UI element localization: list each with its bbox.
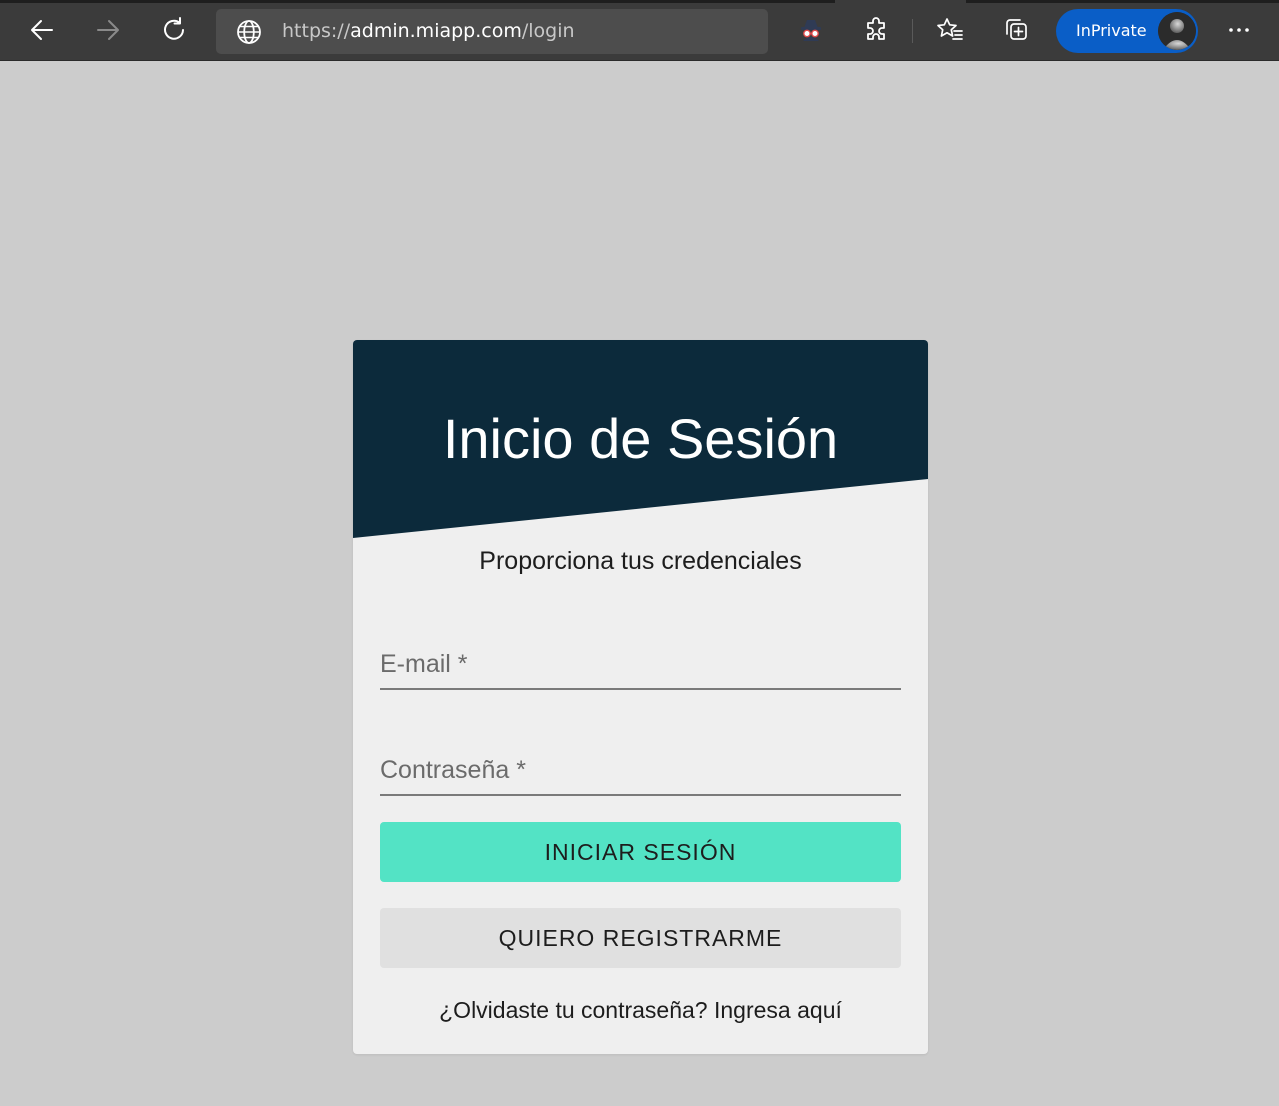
- collections-icon: [1006, 19, 1027, 40]
- register-button[interactable]: QUIERO REGISTRARME: [380, 908, 901, 968]
- password-input[interactable]: [380, 736, 901, 794]
- arrow-right-icon: [97, 20, 119, 40]
- reload-button[interactable]: [156, 12, 192, 48]
- page-title: Inicio de Sesión: [442, 407, 839, 470]
- address-bar[interactable]: https://admin.miapp.com/login: [216, 9, 768, 54]
- back-button[interactable]: [24, 12, 60, 48]
- login-button[interactable]: INICIAR SESIÓN: [380, 822, 901, 882]
- tracking-prevention-button[interactable]: [793, 12, 829, 48]
- password-field[interactable]: Contraseña *: [380, 736, 901, 796]
- inprivate-label: InPrivate: [1076, 21, 1147, 40]
- url-host: admin.miapp.com: [350, 20, 522, 42]
- url-path: /login: [521, 20, 575, 42]
- puzzle-icon: [867, 17, 885, 40]
- profile-avatar-icon: [1158, 12, 1196, 50]
- incognito-icon: [801, 20, 821, 41]
- url-scheme: https://: [282, 20, 351, 42]
- forgot-password-link[interactable]: Ingresa aquí: [714, 997, 842, 1023]
- more-menu-button[interactable]: [1221, 12, 1257, 48]
- more-dots-icon: [1229, 28, 1249, 32]
- login-card: Inicio de Sesión Proporciona tus credenc…: [353, 340, 928, 1054]
- browser-toolbar: https://admin.miapp.com/login InPrivate: [0, 0, 1279, 61]
- collections-button[interactable]: [998, 12, 1034, 48]
- favorites-button[interactable]: [932, 12, 968, 48]
- extensions-button[interactable]: [858, 12, 894, 48]
- email-input[interactable]: [380, 630, 901, 688]
- globe-icon[interactable]: [236, 19, 262, 45]
- inprivate-profile-button[interactable]: InPrivate: [1056, 9, 1198, 53]
- card-subtitle: Proporciona tus credenciales: [479, 547, 802, 575]
- tab-strip-edge: [966, 0, 1279, 3]
- avatar: [1158, 12, 1196, 50]
- favorites-star-icon: [937, 18, 963, 40]
- arrow-left-icon: [31, 20, 53, 40]
- forward-button[interactable]: [90, 12, 126, 48]
- url-text[interactable]: https://admin.miapp.com/login: [282, 19, 575, 44]
- reload-icon: [164, 17, 184, 40]
- email-field[interactable]: E-mail *: [380, 630, 901, 690]
- toolbar-separator: [912, 19, 913, 43]
- tab-strip-edge: [0, 0, 835, 3]
- forgot-password-text: ¿Olvidaste tu contraseña? Ingresa aquí: [353, 995, 928, 1025]
- forgot-password-question: ¿Olvidaste tu contraseña?: [439, 997, 708, 1023]
